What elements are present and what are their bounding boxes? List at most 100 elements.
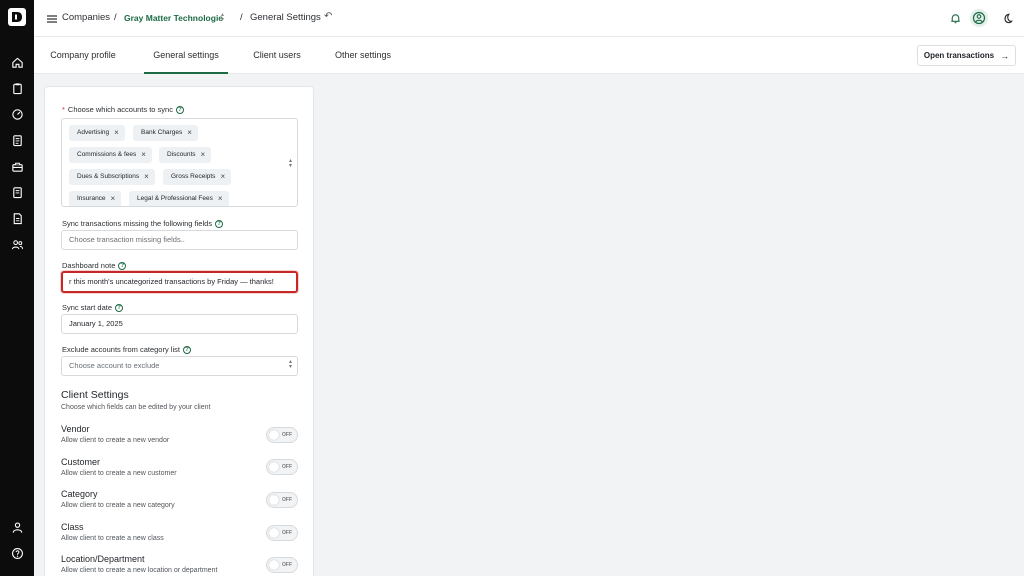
setting-desc: Allow client to create a new vendor (61, 437, 170, 444)
setting-title: Location/Department (61, 554, 145, 564)
open-transactions-button[interactable]: Open transactions → (917, 45, 1016, 66)
account-chip: Gross Receipts × (163, 169, 232, 185)
home-icon[interactable] (9, 54, 25, 70)
setting-desc: Allow client to create a new customer (61, 470, 177, 477)
remove-chip-icon[interactable]: × (111, 191, 116, 206)
report-icon[interactable] (9, 210, 25, 226)
account-chip-label: Advertising (77, 129, 110, 136)
arrow-right-icon: → (1000, 50, 1010, 61)
toggle-knob (269, 528, 279, 538)
account-chip: Commissions & fees × (69, 147, 152, 163)
account-chip-label: Legal & Professional Fees (137, 195, 213, 202)
accounts-multiselect[interactable]: Advertising × Bank Charges × Commissions &… (61, 118, 298, 207)
setting-title: Class (61, 522, 84, 532)
account-chip: Discounts × (159, 147, 212, 163)
document-icon[interactable] (9, 132, 25, 148)
remove-chip-icon[interactable]: × (187, 125, 192, 141)
toggle-knob (269, 495, 279, 505)
toggle-knob (269, 462, 279, 472)
toggle-state: OFF (282, 497, 292, 503)
exclude-accounts-select[interactable]: Choose account to exclude ▴ ▾ (61, 356, 298, 376)
chevron-updown-icon: ▴ ▾ (288, 359, 292, 370)
required-mark: * (62, 105, 65, 114)
toggle-knob (269, 560, 279, 570)
sync-start-label-text: Sync start date (62, 303, 113, 312)
settings-tabs: Company profile General settings Client … (34, 37, 1024, 74)
toggle-knob (269, 430, 279, 440)
account-chip: Bank Charges × (133, 125, 198, 141)
dashboard-note-input[interactable]: r this month's uncategorized transaction… (61, 271, 298, 293)
ledger-icon[interactable] (9, 184, 25, 200)
menu-icon[interactable] (46, 12, 58, 24)
setting-title: Category (61, 489, 98, 499)
toggle-state: OFF (282, 464, 292, 470)
exclude-accounts-placeholder: Choose account to exclude (69, 361, 160, 370)
undo-icon[interactable]: ↶ (324, 11, 332, 22)
user-icon[interactable] (9, 519, 25, 535)
toggle-state: OFF (282, 562, 292, 568)
exclude-accounts-label: Exclude accounts from category list ? (62, 345, 191, 354)
remove-chip-icon[interactable]: × (218, 191, 223, 206)
bell-icon[interactable] (948, 11, 962, 25)
logo-icon[interactable] (8, 8, 26, 26)
client-settings-subtitle: Choose which fields can be edited by you… (61, 404, 211, 411)
tab-general-settings[interactable]: General settings (144, 37, 228, 74)
users-icon[interactable] (9, 236, 25, 252)
top-header: Companies / Gray Matter Technologie ▴ ▾ /… (34, 0, 1024, 37)
breadcrumb-companies[interactable]: Companies (62, 12, 110, 24)
help-icon[interactable]: ? (115, 303, 124, 312)
setting-title: Customer (61, 457, 101, 467)
missing-fields-label-text: Sync transactions missing the following … (62, 219, 213, 228)
account-chip-label: Insurance (77, 195, 106, 202)
sidebar (0, 0, 34, 576)
customer-toggle[interactable]: OFF (266, 459, 298, 475)
vendor-toggle[interactable]: OFF (266, 427, 298, 443)
breadcrumb-separator: / (114, 12, 117, 23)
category-toggle[interactable]: OFF (266, 492, 298, 508)
sync-start-date-input[interactable]: January 1, 2025 (61, 314, 298, 334)
toggle-state: OFF (282, 432, 292, 438)
remove-chip-icon[interactable]: × (201, 147, 206, 163)
help-icon[interactable]: ? (182, 345, 191, 354)
breadcrumb-separator: / (240, 12, 243, 23)
briefcase-icon[interactable] (9, 158, 25, 174)
client-settings-title: Client Settings (61, 389, 129, 401)
account-chip-label: Gross Receipts (171, 173, 216, 180)
tab-company-profile[interactable]: Company profile (44, 37, 122, 74)
help-icon[interactable] (9, 545, 25, 561)
chevron-updown-icon[interactable]: ▴ ▾ (289, 158, 292, 169)
accounts-sync-label: * Choose which accounts to sync ? (62, 105, 184, 114)
class-toggle[interactable]: OFF (266, 525, 298, 541)
remove-chip-icon[interactable]: × (114, 125, 119, 141)
account-chip-label: Discounts (167, 151, 196, 158)
sync-start-label: Sync start date ? (62, 303, 124, 312)
dashboard-note-label: Dashboard note ? (62, 261, 127, 270)
moon-icon[interactable] (999, 11, 1013, 25)
gauge-icon[interactable] (9, 106, 25, 122)
location-department-toggle[interactable]: OFF (266, 557, 298, 573)
account-chip: Dues & Subscriptions × (69, 169, 155, 185)
remove-chip-icon[interactable]: × (141, 147, 146, 163)
general-settings-card: * Choose which accounts to sync ? Advert… (44, 86, 314, 576)
remove-chip-icon[interactable]: × (144, 169, 149, 185)
company-selector[interactable]: Gray Matter Technologie (124, 12, 223, 24)
exclude-accounts-label-text: Exclude accounts from category list (62, 345, 180, 354)
help-icon[interactable]: ? (175, 105, 184, 114)
clipboard-icon[interactable] (9, 80, 25, 96)
setting-desc: Allow client to create a new category (61, 502, 175, 509)
missing-fields-label: Sync transactions missing the following … (62, 219, 224, 228)
setting-title: Vendor (61, 424, 90, 434)
tab-client-users[interactable]: Client users (246, 37, 308, 74)
account-chip: Legal & Professional Fees × (129, 191, 229, 206)
dashboard-note-label-text: Dashboard note (62, 261, 116, 270)
tab-other-settings[interactable]: Other settings (330, 37, 396, 74)
setting-desc: Allow client to create a new class (61, 535, 164, 542)
missing-fields-select[interactable]: Choose transaction missing fields.. (61, 230, 298, 250)
help-icon[interactable]: ? (215, 219, 224, 228)
help-icon[interactable]: ? (118, 261, 127, 270)
open-transactions-label: Open transactions (923, 51, 995, 60)
accounts-sync-label-text: Choose which accounts to sync (67, 105, 173, 114)
remove-chip-icon[interactable]: × (220, 169, 225, 185)
account-circle-icon[interactable] (970, 9, 988, 27)
company-selector-chevron-icon[interactable]: ▴ ▾ (221, 12, 224, 23)
